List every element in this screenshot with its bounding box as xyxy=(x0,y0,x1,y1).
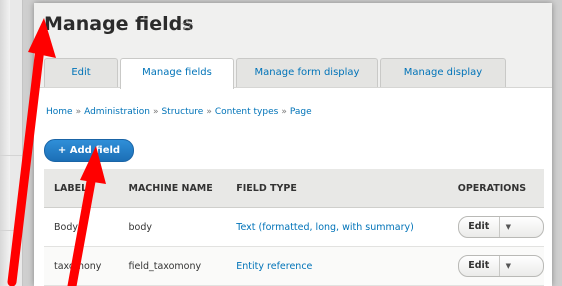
row-field-type[interactable]: Entity reference xyxy=(236,261,457,272)
table-row: Body body Text (formatted, long, with su… xyxy=(44,208,544,247)
star-icon[interactable]: ☆ xyxy=(180,15,194,34)
background-shade xyxy=(0,0,10,286)
breadcrumb-page[interactable]: Page xyxy=(290,107,312,117)
tab-edit[interactable]: Edit xyxy=(44,58,118,87)
tab-manage-display[interactable]: Manage display xyxy=(380,58,506,87)
page-header: Manage fields ☆ Edit Manage fields Manag… xyxy=(34,3,552,89)
add-field-button[interactable]: + Add field xyxy=(44,139,134,162)
row-label: taxomony xyxy=(54,260,102,272)
breadcrumb-administration[interactable]: Administration xyxy=(84,107,150,117)
chevron-down-icon[interactable]: ▼ xyxy=(500,256,517,276)
row-operations: Edit ▼ xyxy=(457,216,544,238)
breadcrumb-home[interactable]: Home xyxy=(46,107,73,117)
header-operations: OPERATIONS xyxy=(457,182,527,194)
edit-button[interactable]: Edit xyxy=(459,256,500,276)
row-machine-name: field_taxomony xyxy=(128,260,202,272)
background-separator xyxy=(0,230,22,231)
header-field-type: FIELD TYPE xyxy=(236,182,297,194)
tab-manage-fields[interactable]: Manage fields xyxy=(120,58,234,89)
row-field-type[interactable]: Text (formatted, long, with summary) xyxy=(236,222,457,233)
row-machine-name: body xyxy=(128,221,152,233)
chevron-down-icon[interactable]: ▼ xyxy=(500,217,517,237)
page-title: Manage fields xyxy=(44,13,194,35)
row-operations: Edit ▼ xyxy=(457,255,544,277)
screenshot-panel: Manage fields ☆ Edit Manage fields Manag… xyxy=(34,3,552,286)
operations-dropbutton: Edit ▼ xyxy=(457,255,544,277)
fields-table: LABEL MACHINE NAME FIELD TYPE OPERATIONS… xyxy=(44,169,544,286)
breadcrumb-content-types[interactable]: Content types xyxy=(215,107,278,117)
tab-bar: Edit Manage fields Manage form display M… xyxy=(44,58,508,89)
row-label: Body xyxy=(54,221,78,233)
edit-button[interactable]: Edit xyxy=(459,217,500,237)
operations-dropbutton: Edit ▼ xyxy=(457,216,544,238)
breadcrumb-structure[interactable]: Structure xyxy=(161,107,203,117)
background-separator xyxy=(0,155,22,156)
table-row: taxomony field_taxomony Entity reference… xyxy=(44,247,544,286)
header-label: LABEL xyxy=(54,182,88,194)
breadcrumb: Home» Administration» Structure» Content ty… xyxy=(46,107,312,117)
header-machine-name: MACHINE NAME xyxy=(128,182,213,194)
background-window-strip xyxy=(0,0,23,286)
table-header: LABEL MACHINE NAME FIELD TYPE OPERATIONS xyxy=(44,169,544,208)
tab-manage-form-display[interactable]: Manage form display xyxy=(236,58,378,87)
